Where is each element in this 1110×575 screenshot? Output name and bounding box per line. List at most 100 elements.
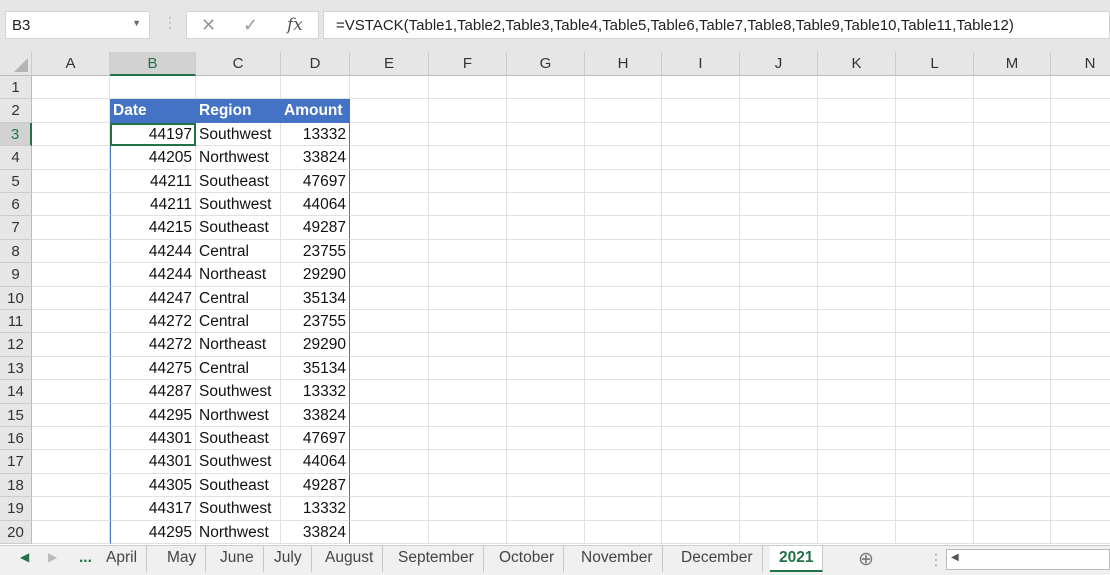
cell[interactable]	[585, 263, 662, 287]
amount-cell[interactable]: 13332	[281, 122, 350, 147]
region-cell[interactable]: Central	[196, 310, 281, 334]
row-header-14[interactable]: 14	[0, 380, 32, 404]
date-cell[interactable]: 44275	[110, 356, 196, 381]
cell[interactable]	[110, 76, 196, 100]
cell[interactable]	[429, 286, 507, 310]
cell[interactable]	[740, 427, 818, 451]
cell[interactable]	[974, 380, 1051, 404]
amount-cell[interactable]: 13332	[281, 380, 350, 404]
cell[interactable]	[740, 263, 818, 287]
cell[interactable]	[32, 146, 110, 170]
cell[interactable]	[974, 427, 1051, 451]
cell[interactable]	[32, 450, 110, 474]
cell[interactable]	[740, 99, 818, 123]
sheet-tab-october[interactable]: October	[490, 546, 565, 572]
cell[interactable]	[1051, 76, 1110, 100]
cell[interactable]	[974, 356, 1051, 381]
region-cell[interactable]: Southeast	[196, 427, 281, 451]
cell[interactable]	[974, 216, 1051, 240]
cell[interactable]	[32, 310, 110, 334]
sheet-tab-august[interactable]: August	[316, 546, 384, 572]
cell[interactable]	[818, 169, 896, 193]
amount-cell[interactable]: 29290	[281, 263, 350, 287]
cell[interactable]	[818, 403, 896, 427]
cell[interactable]	[662, 263, 740, 287]
cell[interactable]	[662, 333, 740, 357]
cell[interactable]	[350, 239, 429, 264]
cell[interactable]	[818, 76, 896, 100]
date-cell[interactable]: 44295	[110, 520, 196, 544]
cell[interactable]	[740, 333, 818, 357]
cell[interactable]	[740, 380, 818, 404]
cell[interactable]	[429, 497, 507, 521]
column-header-K[interactable]: K	[818, 52, 896, 76]
cell[interactable]	[429, 122, 507, 147]
cell[interactable]	[585, 403, 662, 427]
cell[interactable]	[974, 239, 1051, 264]
table-header-amount[interactable]: Amount	[281, 99, 350, 123]
cell[interactable]	[350, 146, 429, 170]
amount-cell[interactable]: 29290	[281, 333, 350, 357]
cell[interactable]	[896, 380, 974, 404]
table-header-date[interactable]: Date	[110, 99, 196, 123]
cell[interactable]	[350, 122, 429, 147]
sheet-tab-july[interactable]: July	[265, 546, 312, 572]
cell[interactable]	[974, 76, 1051, 100]
cell[interactable]	[585, 146, 662, 170]
cell[interactable]	[662, 99, 740, 123]
cell[interactable]	[1051, 99, 1110, 123]
cell[interactable]	[350, 76, 429, 100]
cell[interactable]	[896, 356, 974, 381]
formula-input[interactable]: =VSTACK(Table1,Table2,Table3,Table4,Tabl…	[323, 11, 1110, 39]
cell[interactable]	[896, 403, 974, 427]
cell[interactable]	[507, 450, 585, 474]
date-cell[interactable]: 44244	[110, 239, 196, 264]
drag-handle-icon[interactable]: ⋮	[928, 550, 944, 570]
cell[interactable]	[662, 403, 740, 427]
cell[interactable]	[350, 356, 429, 381]
column-header-N[interactable]: N	[1051, 52, 1110, 76]
cell[interactable]	[1051, 404, 1110, 427]
amount-cell[interactable]: 33824	[281, 403, 350, 427]
cell[interactable]	[740, 193, 818, 217]
cell[interactable]	[740, 239, 818, 264]
cell[interactable]	[585, 310, 662, 334]
date-cell[interactable]: 44211	[110, 193, 196, 217]
date-cell[interactable]: 44244	[110, 263, 196, 287]
column-header-C[interactable]: C	[196, 52, 281, 76]
cell[interactable]	[1051, 333, 1110, 357]
cell[interactable]	[974, 99, 1051, 123]
column-header-J[interactable]: J	[740, 52, 818, 76]
cell[interactable]	[662, 122, 740, 147]
cell[interactable]	[818, 380, 896, 404]
cell[interactable]	[896, 333, 974, 357]
cell[interactable]	[585, 216, 662, 240]
cell[interactable]	[896, 216, 974, 240]
cell[interactable]	[32, 403, 110, 427]
region-cell[interactable]: Southwest	[196, 497, 281, 521]
region-cell[interactable]: Southwest	[196, 193, 281, 217]
amount-cell[interactable]: 47697	[281, 427, 350, 451]
row-header-15[interactable]: 15	[0, 403, 32, 427]
cell[interactable]	[1051, 497, 1110, 521]
cell[interactable]	[429, 450, 507, 474]
amount-cell[interactable]: 33824	[281, 520, 350, 544]
cell[interactable]	[507, 310, 585, 334]
cell[interactable]	[1051, 357, 1110, 381]
date-cell[interactable]: 44317	[110, 497, 196, 521]
cell[interactable]	[1051, 287, 1110, 310]
cell[interactable]	[818, 520, 896, 544]
cell[interactable]	[585, 497, 662, 521]
cell[interactable]	[429, 333, 507, 357]
row-header-7[interactable]: 7	[0, 216, 32, 240]
cell[interactable]	[974, 403, 1051, 427]
sheet-tab-september[interactable]: September	[389, 546, 484, 572]
region-cell[interactable]: Central	[196, 286, 281, 310]
cell[interactable]	[585, 427, 662, 451]
amount-cell[interactable]: 33824	[281, 146, 350, 170]
row-header-12[interactable]: 12	[0, 333, 32, 357]
cell[interactable]	[1051, 123, 1110, 147]
row-header-16[interactable]: 16	[0, 427, 32, 451]
cell[interactable]	[974, 450, 1051, 474]
cell[interactable]	[1051, 521, 1110, 544]
